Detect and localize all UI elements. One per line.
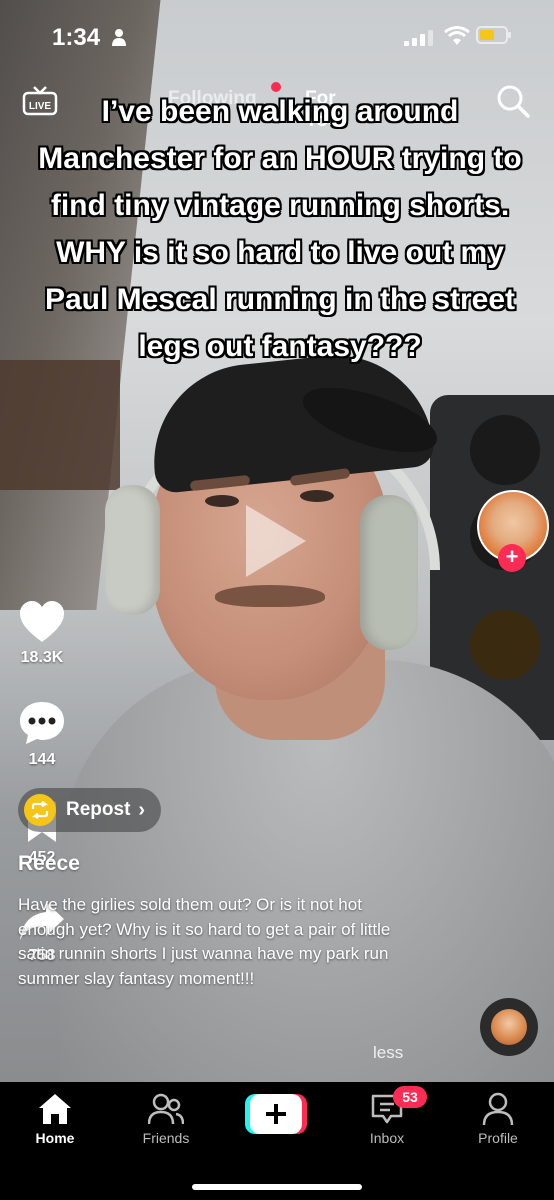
repost-button[interactable]: Repost ›: [18, 788, 162, 832]
comment-button[interactable]: 144: [0, 700, 84, 769]
tiktok-screen: 1:34 LIVE Following For You I’ve been wa…: [0, 0, 554, 1200]
status-bar: 1:34: [0, 0, 554, 70]
person-icon: [112, 29, 126, 46]
nav-friends-label: Friends: [142, 1130, 190, 1146]
traffic-lamp: [470, 415, 540, 485]
heart-icon[interactable]: [18, 600, 66, 644]
nav-friends[interactable]: Friends: [116, 1092, 216, 1146]
sound-avatar: [491, 1009, 527, 1045]
repost-label: Repost: [66, 799, 131, 820]
traffic-lamp: [470, 610, 540, 680]
eye: [205, 495, 239, 507]
inbox-badge: 53: [393, 1086, 427, 1108]
repost-icon: [24, 794, 56, 826]
headphone-right: [360, 495, 418, 650]
mustache: [215, 585, 325, 607]
home-indicator: [192, 1184, 362, 1190]
nav-home-label: Home: [35, 1130, 75, 1146]
play-icon[interactable]: [246, 505, 306, 577]
follow-plus-icon[interactable]: +: [498, 544, 526, 572]
cellular-signal-icon: [404, 30, 433, 46]
battery-icon: [476, 26, 511, 44]
home-icon: [39, 1094, 71, 1124]
wifi-icon: [444, 26, 470, 45]
video-caption: I’ve been walking around Manchester for …: [38, 95, 522, 363]
less-button[interactable]: less: [373, 1043, 403, 1063]
comment-count: 144: [28, 751, 56, 768]
eye: [300, 490, 334, 502]
nav-profile[interactable]: Profile: [448, 1092, 548, 1146]
chevron-right-icon: ›: [138, 798, 146, 821]
nav-home[interactable]: Home: [5, 1092, 105, 1146]
building-sign: [0, 360, 120, 490]
nav-profile-label: Profile: [478, 1130, 518, 1146]
nav-inbox-label: Inbox: [369, 1130, 405, 1146]
like-button[interactable]: 18.3K: [0, 600, 84, 667]
profile-icon: [482, 1092, 514, 1126]
bottom-nav: Home Friends Inbox 53 Profile: [0, 1082, 554, 1200]
friends-icon: [148, 1093, 184, 1125]
status-time: 1:34: [52, 24, 101, 51]
post-description[interactable]: Have the girlies sold them out? Or is it…: [18, 893, 418, 991]
like-count: 18.3K: [20, 649, 64, 666]
creator-username[interactable]: Reece: [18, 852, 80, 876]
headphone-left: [105, 485, 160, 615]
sound-disc[interactable]: [480, 998, 538, 1056]
create-plus-button[interactable]: [245, 1094, 307, 1134]
comment-icon[interactable]: [18, 700, 66, 746]
